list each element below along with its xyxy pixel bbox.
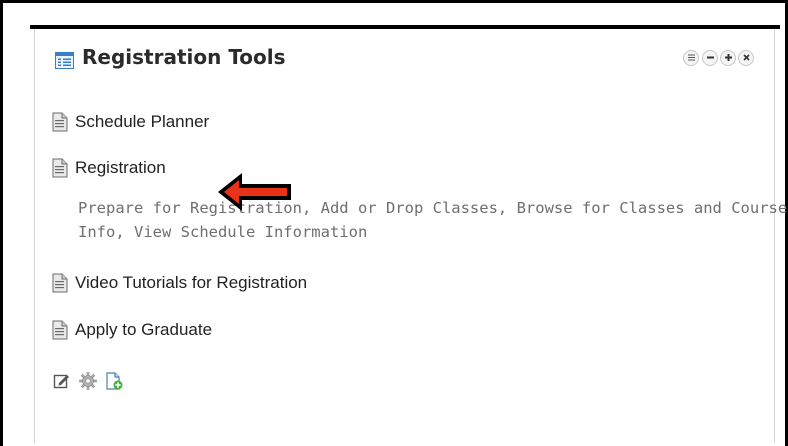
portlet-maximize-button[interactable] [720, 50, 736, 66]
menu-icon [687, 54, 695, 61]
minimize-icon [706, 56, 714, 59]
portlet-icon [55, 52, 74, 69]
portlet-header: Registration Tools [35, 29, 774, 95]
document-icon [52, 320, 68, 340]
edit-icon[interactable] [53, 372, 71, 390]
apply-to-graduate-link[interactable]: Apply to Graduate [75, 319, 212, 341]
red-annotation-arrow [218, 173, 291, 211]
registration-tools-portlet: Registration Tools Schedule Planner Regi… [34, 29, 788, 443]
schedule-planner-link[interactable]: Schedule Planner [75, 111, 209, 133]
registration-description-line-2: Info, View Schedule Information [78, 223, 368, 241]
registration-description-line-1: Prepare for Registration, Add or Drop Cl… [78, 199, 788, 217]
registration-description: Prepare for Registration, Add or Drop Cl… [78, 196, 788, 244]
gear-icon[interactable] [79, 372, 97, 390]
close-icon [742, 54, 750, 61]
maximize-icon [724, 54, 732, 61]
document-icon [52, 112, 68, 132]
portlet-minimize-button[interactable] [702, 50, 718, 66]
document-icon [52, 158, 68, 178]
document-icon [52, 273, 68, 293]
add-document-icon[interactable] [105, 372, 123, 390]
video-tutorials-link[interactable]: Video Tutorials for Registration [75, 272, 307, 294]
portlet-close-button[interactable] [738, 50, 754, 66]
portlet-title: Registration Tools [82, 45, 286, 69]
portlet-menu-button[interactable] [683, 50, 699, 66]
registration-link[interactable]: Registration [75, 157, 166, 179]
